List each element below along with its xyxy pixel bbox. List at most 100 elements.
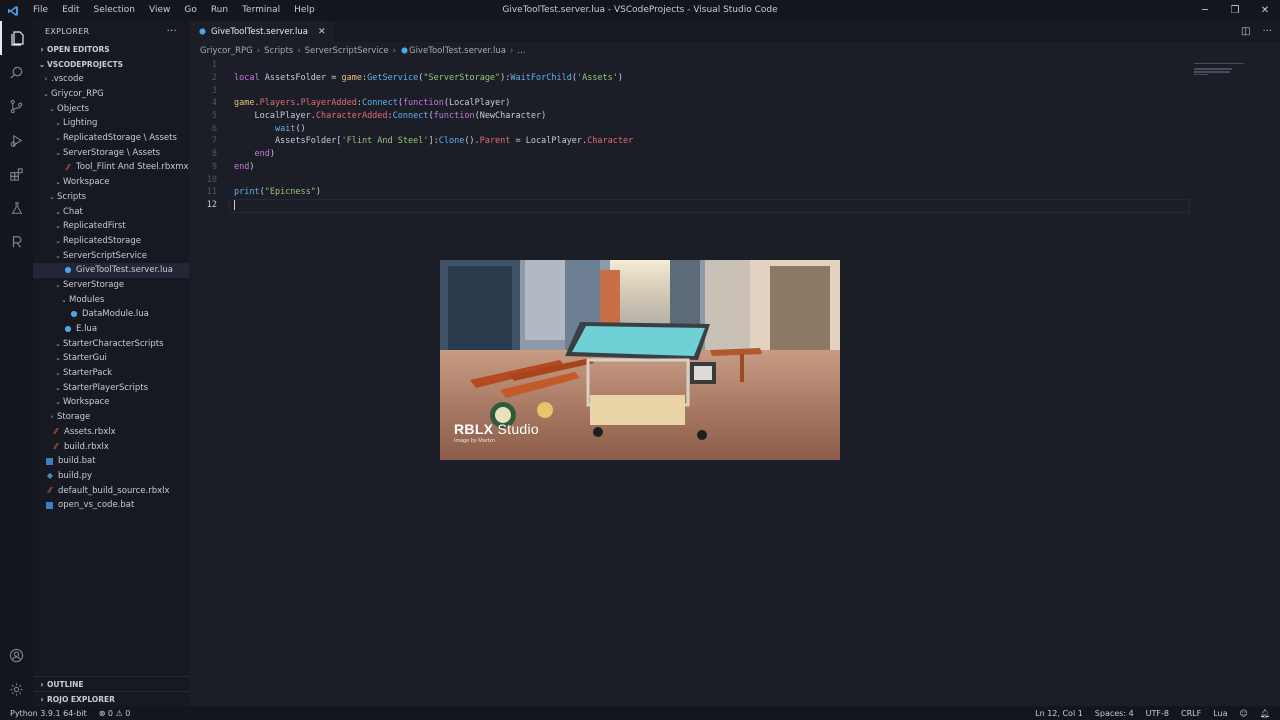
python-interpreter-status[interactable]: Python 3.9.1 64-bit xyxy=(10,709,87,718)
tree-folder[interactable]: ⌄ ServerStorage \ Assets xyxy=(33,145,189,160)
explorer-icon[interactable] xyxy=(0,21,33,55)
search-icon[interactable] xyxy=(0,55,33,89)
tree-file[interactable]: E.lua xyxy=(33,322,189,337)
code-line[interactable]: 4 game.Players.PlayerAdded:Connect(functi… xyxy=(189,97,1189,110)
tree-folder[interactable]: ⌄ ReplicatedStorage \ Assets xyxy=(33,131,189,146)
outline-section[interactable]: › OUTLINE xyxy=(33,676,189,691)
tree-file[interactable]: ⁄⁄ default_build_source.rbxlx xyxy=(33,483,189,498)
tree-folder[interactable]: › .vscode xyxy=(33,72,189,87)
tree-folder[interactable]: ⌄ Objects xyxy=(33,101,189,116)
code-line[interactable]: 2 local AssetsFolder = game:GetService("S… xyxy=(189,72,1189,85)
more-actions-icon[interactable]: ··· xyxy=(167,26,177,37)
workspace-section[interactable]: ⌄ VSCODEPROJECTS xyxy=(33,57,189,72)
tree-folder[interactable]: ⌄ StarterCharacterScripts xyxy=(33,336,189,351)
menu-run[interactable]: Run xyxy=(204,0,235,21)
tree-folder[interactable]: ⌄ ServerStorage xyxy=(33,278,189,293)
code-text: game.Players.PlayerAdded:Connect(functio… xyxy=(217,98,510,108)
breadcrumb-item[interactable]: ServerScriptService xyxy=(305,46,389,56)
source-control-icon[interactable] xyxy=(0,89,33,123)
tree-folder[interactable]: ⌄ Modules xyxy=(33,292,189,307)
settings-gear-icon[interactable] xyxy=(0,672,33,706)
lua-file-icon xyxy=(63,325,73,334)
tree-folder[interactable]: ⌄ Scripts xyxy=(33,190,189,205)
code-line[interactable]: 7 AssetsFolder['Flint And Steel']:Clone(… xyxy=(189,135,1189,148)
close-tab-icon[interactable]: ✕ xyxy=(318,27,326,37)
tree-folder[interactable]: ⌄ ReplicatedFirst xyxy=(33,219,189,234)
code-line[interactable]: 8 end) xyxy=(189,148,1189,161)
run-debug-icon[interactable] xyxy=(0,123,33,157)
code-line[interactable]: 10 xyxy=(189,173,1189,186)
account-icon[interactable] xyxy=(0,638,33,672)
tree-folder[interactable]: ⌄ ServerScriptService xyxy=(33,248,189,263)
tree-file[interactable]: ⁄⁄ Assets.rbxlx xyxy=(33,425,189,440)
notifications-bell-icon[interactable]: 🔔︎ xyxy=(1260,709,1270,718)
window-controls: ─ ❐ ✕ xyxy=(1190,0,1280,21)
code-line[interactable]: 6 wait() xyxy=(189,122,1189,135)
tree-file[interactable]: build.bat xyxy=(33,454,189,469)
split-editor-icon[interactable]: ◫ xyxy=(1241,26,1250,37)
restore-icon[interactable]: ❐ xyxy=(1220,0,1250,21)
menu-view[interactable]: View xyxy=(142,0,177,21)
tree-file[interactable]: ◆ build.py xyxy=(33,469,189,484)
code-line[interactable]: 12 xyxy=(189,198,1190,213)
tree-file[interactable]: GiveToolTest.server.lua xyxy=(33,262,189,278)
menu-file[interactable]: File xyxy=(26,0,55,21)
tree-folder[interactable]: › Storage xyxy=(33,410,189,425)
menu-help[interactable]: Help xyxy=(287,0,322,21)
minimize-icon[interactable]: ─ xyxy=(1190,0,1220,21)
tree-folder[interactable]: ⌄ Workspace xyxy=(33,395,189,410)
tree-folder[interactable]: ⌄ Workspace xyxy=(33,175,189,190)
open-editors-label: OPEN EDITORS xyxy=(47,45,110,54)
code-token: local xyxy=(234,73,265,84)
breadcrumb-item[interactable]: Griycor_RPG xyxy=(200,46,253,56)
tree-folder[interactable]: ⌄ StarterPack xyxy=(33,366,189,381)
open-editors-section[interactable]: › OPEN EDITORS xyxy=(33,42,189,57)
rojo-icon[interactable] xyxy=(0,225,33,259)
breadcrumb-item[interactable]: ... xyxy=(517,46,525,56)
code-line[interactable]: 3 xyxy=(189,84,1189,97)
tree-file[interactable]: ⁄⁄ build.rbxlx xyxy=(33,439,189,454)
problems-status[interactable]: ⊗ 0 ⚠ 0 xyxy=(99,709,131,718)
title-bar: File Edit Selection View Go Run Terminal Help G… xyxy=(0,0,1280,21)
tree-folder[interactable]: ⌄ Griycor_RPG xyxy=(33,87,189,102)
language-mode-status[interactable]: Lua xyxy=(1213,709,1227,718)
code-line[interactable]: 1 xyxy=(189,59,1189,72)
code-token: ) xyxy=(617,73,624,84)
minimap[interactable] xyxy=(1194,60,1250,76)
menu-terminal[interactable]: Terminal xyxy=(235,0,287,21)
code-line[interactable]: 5 LocalPlayer.CharacterAdded:Connect(fun… xyxy=(189,110,1189,123)
breadcrumb-item[interactable]: GiveToolTest.server.lua xyxy=(409,46,506,56)
breadcrumb-item[interactable]: Scripts xyxy=(264,46,293,56)
encoding-status[interactable]: UTF-8 xyxy=(1146,709,1169,718)
editor-tabs: GiveToolTest.server.lua ✕ ◫ ··· xyxy=(189,21,1280,42)
code-line[interactable]: 9 end) xyxy=(189,161,1189,174)
chevron-down-icon: ⌄ xyxy=(38,60,46,69)
code-editor[interactable]: 1 2 local AssetsFolder = game:GetService("… xyxy=(189,59,1190,213)
tree-file[interactable]: open_vs_code.bat xyxy=(33,498,189,513)
tab-give-tool-test[interactable]: GiveToolTest.server.lua ✕ xyxy=(189,21,334,42)
tree-folder[interactable]: ⌄ Chat xyxy=(33,204,189,219)
tree-file[interactable]: DataModule.lua xyxy=(33,307,189,322)
testing-flask-icon[interactable] xyxy=(0,191,33,225)
indentation-status[interactable]: Spaces: 4 xyxy=(1095,709,1134,718)
workspace-label: VSCODEPROJECTS xyxy=(47,60,124,69)
editor-more-actions-icon[interactable]: ··· xyxy=(1262,26,1272,37)
tree-folder[interactable]: ⌄ StarterPlayerScripts xyxy=(33,380,189,395)
tree-folder[interactable]: ⌄ StarterGui xyxy=(33,351,189,366)
tree-file[interactable]: ⁄⁄ Tool_Flint And Steel.rbxmx xyxy=(33,160,189,175)
extensions-icon[interactable] xyxy=(0,157,33,191)
close-window-icon[interactable]: ✕ xyxy=(1250,0,1280,21)
menu-edit[interactable]: Edit xyxy=(55,0,86,21)
menu-go[interactable]: Go xyxy=(177,0,203,21)
cursor-position-status[interactable]: Ln 12, Col 1 xyxy=(1035,709,1083,718)
feedback-icon[interactable]: ☺ xyxy=(1240,709,1248,718)
code-text: print("Epicness") xyxy=(217,187,321,197)
eol-status[interactable]: CRLF xyxy=(1181,709,1201,718)
code-token: ): xyxy=(500,73,511,84)
tree-folder[interactable]: ⌄ Lighting xyxy=(33,116,189,131)
rojo-explorer-section[interactable]: › ROJO EXPLORER xyxy=(33,691,189,706)
menu-selection[interactable]: Selection xyxy=(87,0,142,21)
code-token: end xyxy=(234,161,250,172)
tree-folder[interactable]: ⌄ ReplicatedStorage xyxy=(33,234,189,249)
code-line[interactable]: 11 print("Epicness") xyxy=(189,186,1189,199)
